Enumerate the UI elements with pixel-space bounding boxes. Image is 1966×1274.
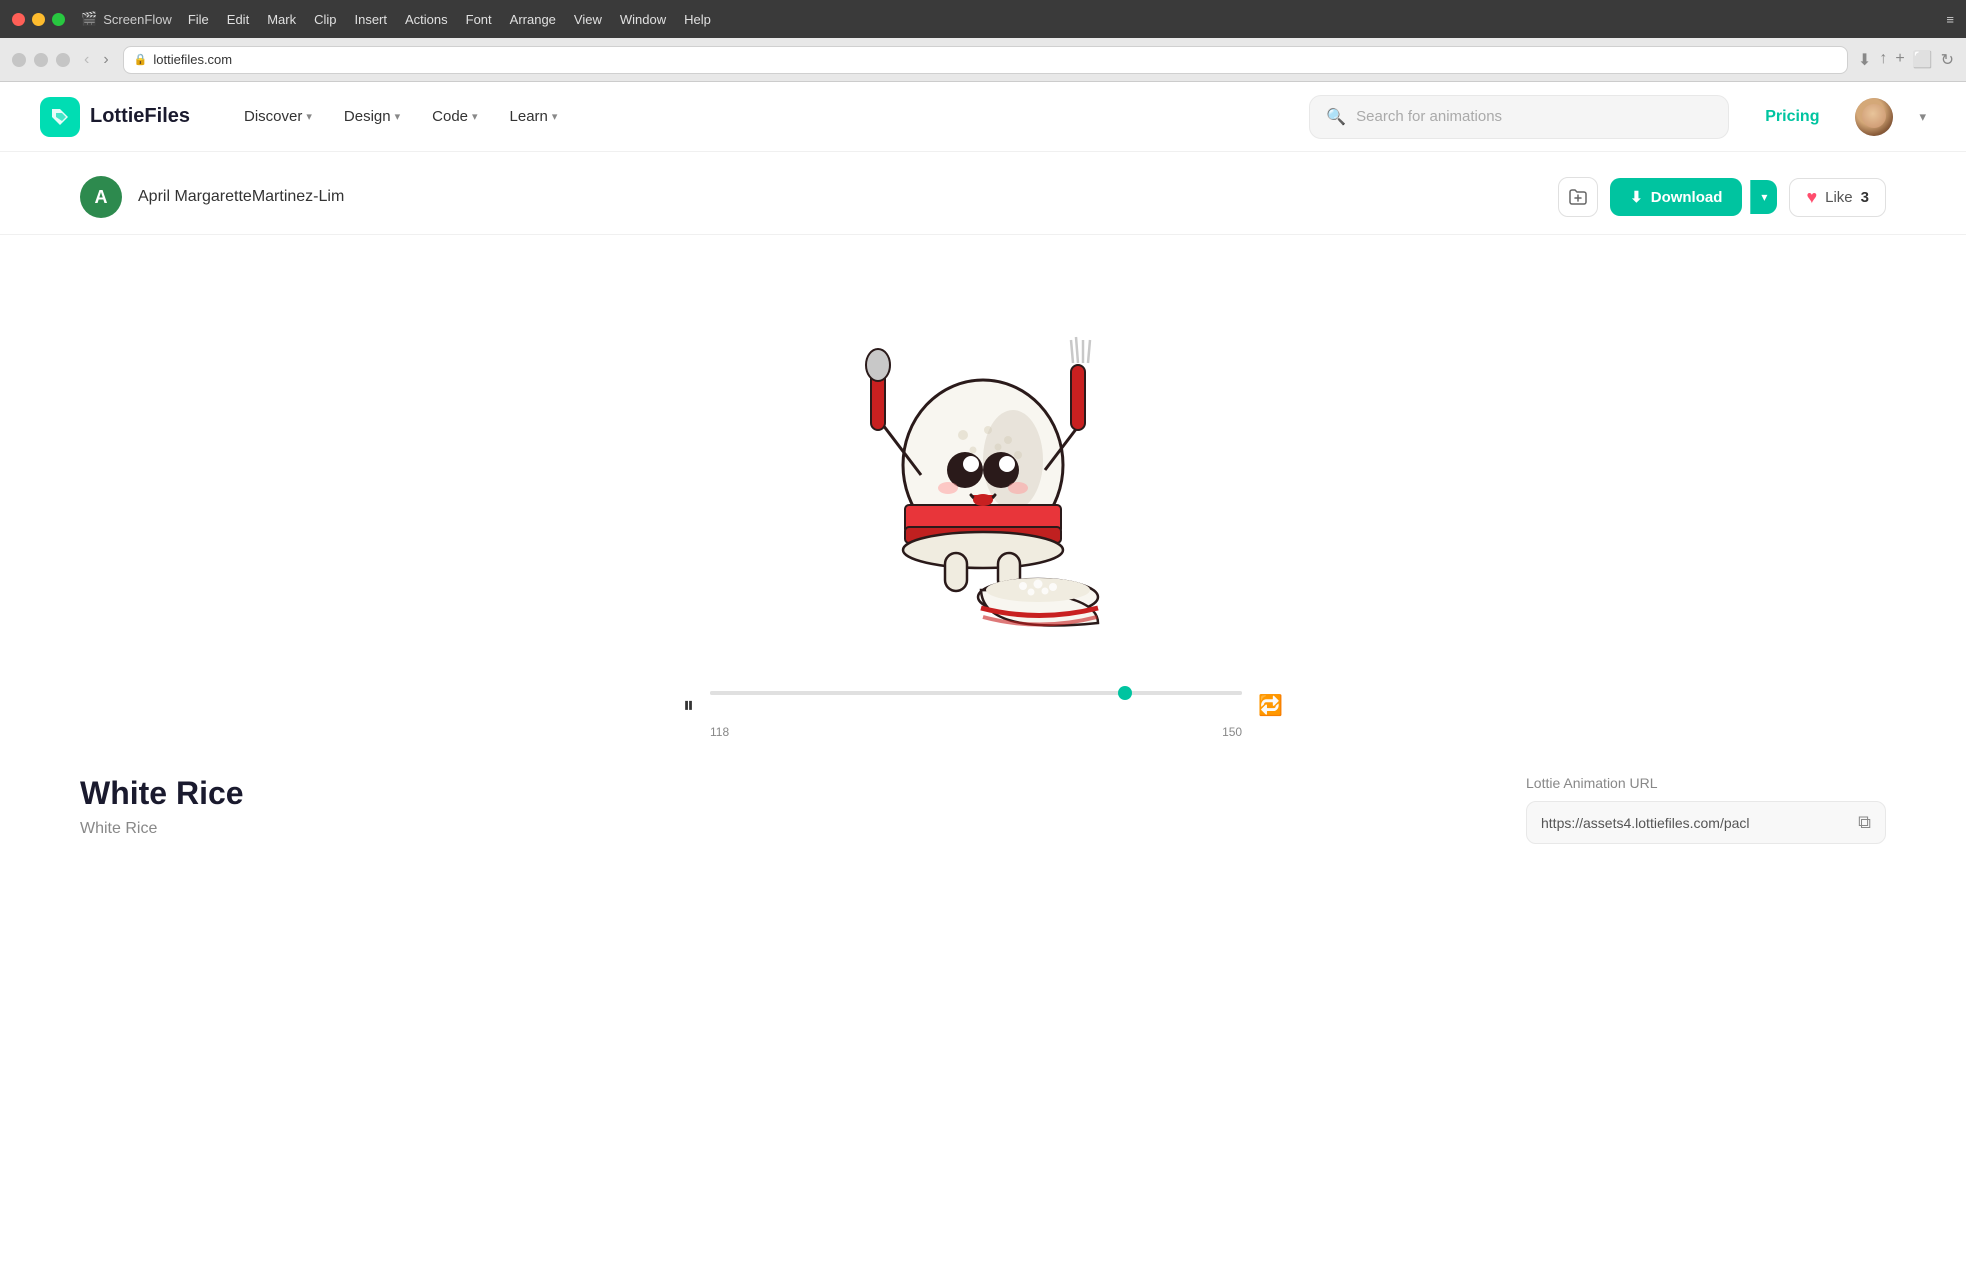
loop-icon: 🔁 <box>1258 695 1283 717</box>
menu-view[interactable]: View <box>574 12 602 27</box>
forward-button[interactable]: › <box>99 49 112 71</box>
tabs-icon[interactable]: ⬜ <box>1913 50 1933 70</box>
notification-icon[interactable]: ≡ <box>1946 12 1954 27</box>
browser-action-icons[interactable]: ⬇ ↑ + ⬜ ↻ <box>1858 50 1954 70</box>
download-icon[interactable]: ⬇ <box>1858 50 1871 70</box>
app-name: 🎬 ScreenFlow <box>81 11 172 27</box>
pricing-link[interactable]: Pricing <box>1753 100 1831 134</box>
pause-button[interactable]: ⏸ <box>683 692 694 718</box>
lottiefiles-icon-svg <box>48 105 72 129</box>
nav-links: Discover ▾ Design ▾ Code ▾ Learn ▾ <box>230 100 571 133</box>
menu-window[interactable]: Window <box>620 12 666 27</box>
logo-text: LottieFiles <box>90 105 190 128</box>
menu-font[interactable]: Font <box>466 12 492 27</box>
logo-link[interactable]: LottieFiles <box>40 97 190 137</box>
new-tab-icon[interactable]: + <box>1895 50 1904 70</box>
frame-end-label: 150 <box>1222 725 1242 739</box>
browser-dot-controls <box>12 53 70 67</box>
progress-track[interactable] <box>710 691 1242 695</box>
menu-actions[interactable]: Actions <box>405 12 448 27</box>
menu-arrange[interactable]: Arrange <box>510 12 556 27</box>
browser-close[interactable] <box>12 53 26 67</box>
url-input-row: https://assets4.lottiefiles.com/pacl ⧉ <box>1526 801 1886 844</box>
back-button[interactable]: ‹ <box>80 49 93 71</box>
menu-clip[interactable]: Clip <box>314 12 336 27</box>
search-bar[interactable]: 🔍 Search for animations <box>1309 95 1729 139</box>
progress-container: 118 150 <box>710 691 1242 719</box>
menu-file[interactable]: File <box>188 12 209 27</box>
download-dropdown-button[interactable]: ▾ <box>1750 180 1777 214</box>
user-menu-chevron-icon[interactable]: ▾ <box>1919 109 1926 125</box>
playback-controls: ⏸ 118 150 🔁 <box>683 675 1283 743</box>
menu-mark[interactable]: Mark <box>267 12 296 27</box>
nav-code[interactable]: Code ▾ <box>418 100 491 133</box>
dropdown-chevron-icon: ▾ <box>1761 190 1767 204</box>
close-button[interactable] <box>12 13 25 26</box>
rice-character-svg <box>823 275 1143 655</box>
navbar: LottieFiles Discover ▾ Design ▾ Code ▾ L… <box>0 82 1966 152</box>
creator-name: April MargaretteMartinez-Lim <box>138 188 344 206</box>
titlebar-right: ≡ <box>1946 12 1954 27</box>
url-section-label: Lottie Animation URL <box>1526 775 1886 791</box>
logo-icon <box>40 97 80 137</box>
menu-edit[interactable]: Edit <box>227 12 249 27</box>
nav-discover[interactable]: Discover ▾ <box>230 100 326 133</box>
browser-chrome: ‹ › 🔒 lottiefiles.com ⬇ ↑ + ⬜ ↻ <box>0 38 1966 82</box>
code-chevron-icon: ▾ <box>472 110 478 123</box>
nav-design[interactable]: Design ▾ <box>330 100 414 133</box>
progress-thumb[interactable] <box>1118 686 1132 700</box>
progress-fill <box>710 691 1242 695</box>
download-arrow-icon: ⬇ <box>1630 188 1643 206</box>
avatar-face <box>1862 104 1886 128</box>
like-button[interactable]: ♥ Like 3 <box>1789 178 1886 217</box>
url-text: lottiefiles.com <box>153 52 232 67</box>
browser-maximize[interactable] <box>56 53 70 67</box>
animation-title: White Rice <box>80 775 1446 812</box>
fullscreen-button[interactable] <box>52 13 65 26</box>
lock-icon: 🔒 <box>134 53 148 66</box>
menu-insert[interactable]: Insert <box>354 12 387 27</box>
search-icon: 🔍 <box>1326 107 1346 127</box>
window-controls[interactable] <box>12 13 65 26</box>
animation-title-section: White Rice White Rice <box>80 775 1446 838</box>
header-actions: ⬇ Download ▾ ♥ Like 3 <box>1558 177 1886 217</box>
reload-icon[interactable]: ↻ <box>1941 50 1954 70</box>
titlebar: 🎬 ScreenFlow File Edit Mark Clip Insert … <box>0 0 1966 38</box>
share-icon[interactable]: ↑ <box>1879 50 1887 70</box>
app-icon: 🎬 <box>81 11 97 27</box>
menu-bar[interactable]: File Edit Mark Clip Insert Actions Font … <box>188 12 711 27</box>
bottom-info: White Rice White Rice Lottie Animation U… <box>0 743 1966 876</box>
folder-plus-icon <box>1568 187 1588 207</box>
learn-chevron-icon: ▾ <box>552 110 558 123</box>
browser-minimize[interactable] <box>34 53 48 67</box>
copy-icon: ⧉ <box>1858 812 1871 832</box>
frame-start-label: 118 <box>710 725 729 739</box>
download-button[interactable]: ⬇ Download <box>1610 178 1742 216</box>
creator-avatar[interactable]: A <box>80 176 122 218</box>
search-placeholder: Search for animations <box>1356 108 1502 125</box>
user-avatar[interactable] <box>1855 98 1893 136</box>
loop-button[interactable]: 🔁 <box>1258 693 1283 718</box>
browser-nav-controls[interactable]: ‹ › <box>80 49 113 71</box>
lottie-url-text: https://assets4.lottiefiles.com/pacl <box>1541 815 1848 831</box>
add-to-folder-button[interactable] <box>1558 177 1598 217</box>
animation-viewer: ⏸ 118 150 🔁 <box>0 235 1966 743</box>
pause-icon: ⏸ <box>683 692 694 718</box>
minimize-button[interactable] <box>32 13 45 26</box>
heart-icon: ♥ <box>1806 187 1817 208</box>
animation-canvas <box>733 255 1233 675</box>
discover-chevron-icon: ▾ <box>306 110 312 123</box>
animation-header: A April MargaretteMartinez-Lim ⬇ Downloa… <box>0 152 1966 235</box>
design-chevron-icon: ▾ <box>395 110 401 123</box>
avatar-image <box>1855 98 1893 136</box>
menu-help[interactable]: Help <box>684 12 711 27</box>
animation-subtitle: White Rice <box>80 820 1446 838</box>
copy-url-button[interactable]: ⧉ <box>1858 812 1871 833</box>
address-bar[interactable]: 🔒 lottiefiles.com <box>123 46 1848 74</box>
url-section: Lottie Animation URL https://assets4.lot… <box>1526 775 1886 844</box>
nav-learn[interactable]: Learn ▾ <box>496 100 572 133</box>
